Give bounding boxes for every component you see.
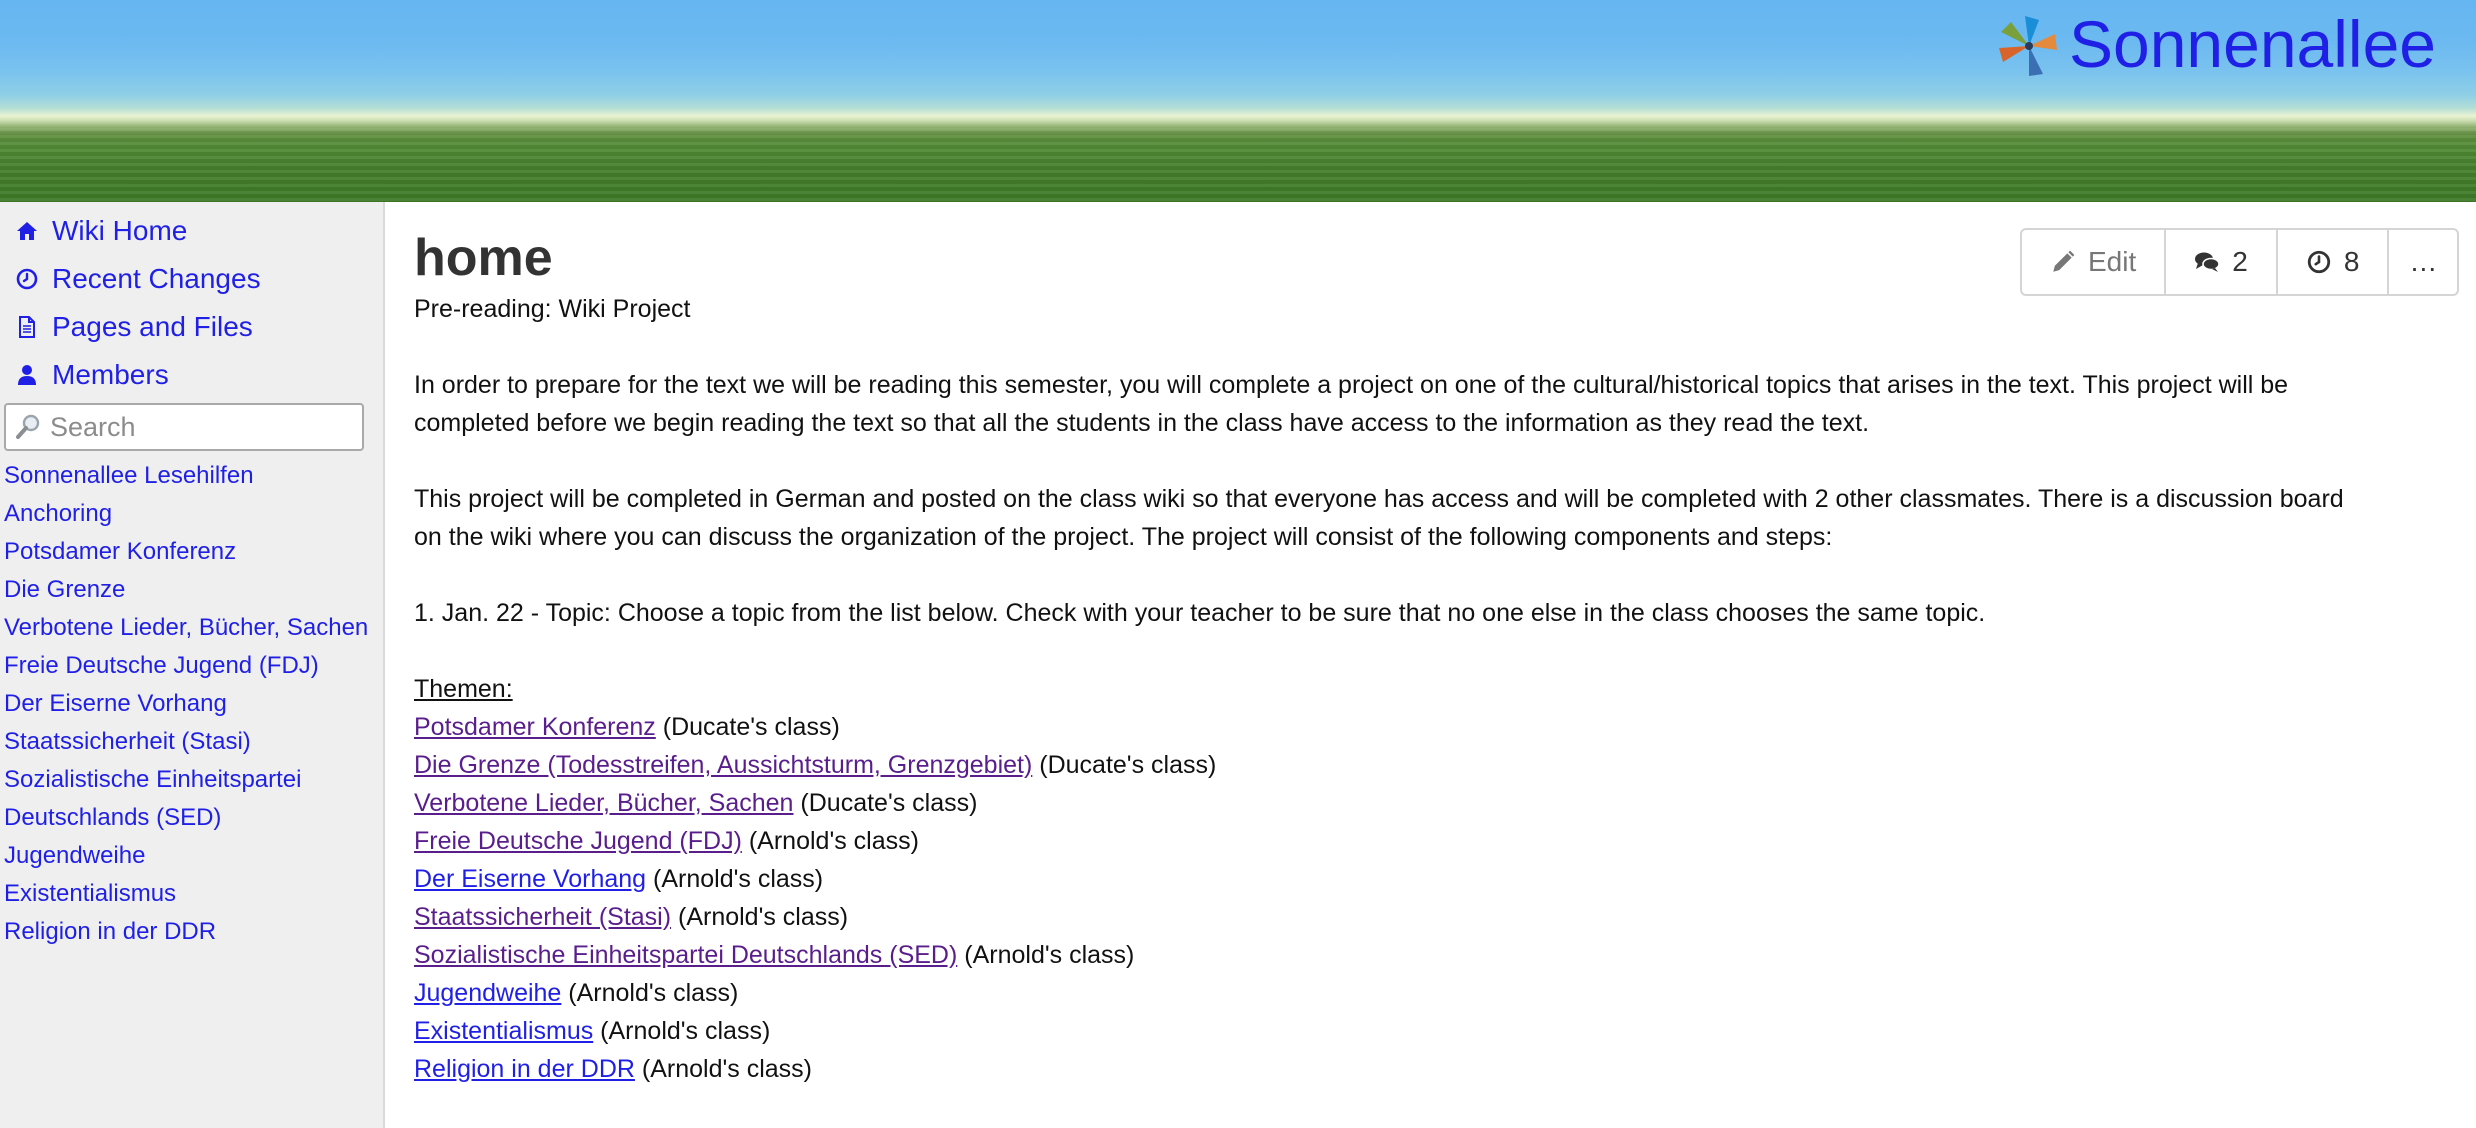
nav-item-pages-and-files[interactable]: Pages and Files bbox=[0, 303, 383, 351]
sidebar-link-sed[interactable]: Sozialistische Einheitspartei Deutschlan… bbox=[4, 766, 301, 831]
site-title[interactable]: Sonnenallee bbox=[2069, 8, 2436, 80]
topic-row: Verbotene Lieder, Bücher, Sachen (Ducate… bbox=[414, 784, 2344, 822]
page-body: Pre-reading: Wiki Project In order to pr… bbox=[414, 290, 2344, 1088]
topic-link-fdj[interactable]: Freie Deutsche Jugend (FDJ) bbox=[414, 827, 742, 855]
topic-link-stasi[interactable]: Staatssicherheit (Stasi) bbox=[414, 903, 671, 931]
pinwheel-logo-icon bbox=[1999, 16, 2057, 76]
sidebar-link-fdj[interactable]: Freie Deutsche Jugend (FDJ) bbox=[4, 652, 319, 679]
topic-link-eiserne-vorhang[interactable]: Der Eiserne Vorhang bbox=[414, 865, 646, 893]
topic-link-sed[interactable]: Sozialistische Einheitspartei Deutschlan… bbox=[414, 941, 957, 969]
clock-icon bbox=[14, 266, 40, 292]
user-icon bbox=[14, 362, 40, 388]
comments-icon bbox=[2195, 252, 2221, 272]
sidebar-link-sonnenallee-lesehilfen[interactable]: Sonnenallee Lesehilfen bbox=[4, 462, 254, 489]
paragraph-2: This project will be completed in German… bbox=[414, 485, 2344, 551]
topic-row: Existentialismus (Arnold's class) bbox=[414, 1012, 2344, 1050]
document-icon bbox=[14, 314, 40, 340]
topic-link-jugendweihe[interactable]: Jugendweihe bbox=[414, 979, 561, 1007]
topic-row: Jugendweihe (Arnold's class) bbox=[414, 974, 2344, 1012]
topic-link-religion-ddr[interactable]: Religion in der DDR bbox=[414, 1055, 635, 1083]
more-label: … bbox=[2409, 246, 2438, 277]
topic-row: Sozialistische Einheitspartei Deutschlan… bbox=[414, 936, 2344, 974]
sidebar-link-item: Potsdamer Konferenz bbox=[0, 533, 370, 571]
sidebar-nav: Wiki Home Recent Changes Pages and Files… bbox=[0, 202, 383, 399]
sidebar-link-jugendweihe[interactable]: Jugendweihe bbox=[4, 842, 145, 869]
comments-button[interactable]: 2 bbox=[2166, 230, 2278, 294]
home-icon bbox=[14, 218, 40, 244]
topics-heading: Themen: bbox=[414, 675, 513, 703]
revisions-button[interactable]: 8 bbox=[2278, 230, 2390, 294]
topic-class-note: (Arnold's class) bbox=[634, 1055, 812, 1083]
page-toolbar: Edit 2 8 … bbox=[2020, 228, 2460, 296]
topic-class-note: (Arnold's class) bbox=[957, 941, 1135, 969]
sidebar-link-anchoring[interactable]: Anchoring bbox=[4, 500, 112, 527]
clock-icon bbox=[2307, 250, 2330, 274]
topic-class-note: (Ducate's class) bbox=[655, 713, 840, 741]
topic-class-note: (Arnold's class) bbox=[646, 865, 824, 893]
more-button[interactable]: … bbox=[2389, 230, 2457, 294]
topic-link-potsdamer-konferenz[interactable]: Potsdamer Konferenz bbox=[414, 713, 656, 741]
sidebar-link-stasi[interactable]: Staatssicherheit (Stasi) bbox=[4, 728, 251, 755]
topic-class-note: (Arnold's class) bbox=[561, 979, 739, 1007]
nav-label: Pages and Files bbox=[52, 311, 253, 342]
sidebar-link-verbotene-lieder[interactable]: Verbotene Lieder, Bücher, Sachen bbox=[4, 614, 368, 641]
topic-row: Die Grenze (Todesstreifen, Aussichtsturm… bbox=[414, 746, 2344, 784]
nav-label: Members bbox=[52, 359, 169, 390]
sidebar-link-item: Jugendweihe bbox=[0, 837, 370, 875]
topic-link-die-grenze[interactable]: Die Grenze (Todesstreifen, Aussichtsturm… bbox=[414, 751, 1032, 779]
main-content: home Edit 2 8 … Pre-reading: Wiki Projec… bbox=[414, 202, 2460, 1088]
search-input[interactable] bbox=[50, 411, 350, 443]
nav-item-members[interactable]: Members bbox=[0, 351, 383, 399]
sidebar-link-item: Existentialismus bbox=[0, 875, 370, 913]
nav-label: Wiki Home bbox=[52, 215, 188, 246]
nav-label: Recent Changes bbox=[52, 263, 261, 294]
topic-class-note: (Arnold's class) bbox=[741, 827, 919, 855]
sidebar-link-die-grenze[interactable]: Die Grenze bbox=[4, 576, 125, 603]
sidebar-link-potsdamer-konferenz[interactable]: Potsdamer Konferenz bbox=[4, 538, 236, 565]
nav-item-wiki-home[interactable]: Wiki Home bbox=[0, 207, 383, 255]
search-icon bbox=[16, 414, 40, 439]
pencil-icon bbox=[2053, 250, 2075, 272]
topic-row: Staatssicherheit (Stasi) (Arnold's class… bbox=[414, 898, 2344, 936]
topic-row: Potsdamer Konferenz (Ducate's class) bbox=[414, 708, 2344, 746]
sidebar-link-item: Freie Deutsche Jugend (FDJ) bbox=[0, 647, 370, 685]
sidebar-link-item: Anchoring bbox=[0, 495, 370, 533]
topic-link-verbotene-lieder[interactable]: Verbotene Lieder, Bücher, Sachen bbox=[414, 789, 793, 817]
site-brand[interactable]: Sonnenallee bbox=[1993, 8, 2436, 80]
header-banner: Sonnenallee bbox=[0, 0, 2476, 202]
sidebar-link-item: Sonnenallee Lesehilfen bbox=[0, 457, 370, 495]
topic-row: Freie Deutsche Jugend (FDJ) (Arnold's cl… bbox=[414, 822, 2344, 860]
topic-row: Der Eiserne Vorhang (Arnold's class) bbox=[414, 860, 2344, 898]
sidebar-link-existentialismus[interactable]: Existentialismus bbox=[4, 880, 176, 907]
topic-class-note: (Ducate's class) bbox=[793, 789, 978, 817]
sidebar-link-item: Verbotene Lieder, Bücher, Sachen bbox=[0, 609, 370, 647]
nav-item-recent-changes[interactable]: Recent Changes bbox=[0, 255, 383, 303]
sidebar-link-item: Staatssicherheit (Stasi) bbox=[0, 723, 370, 761]
edit-label: Edit bbox=[2088, 246, 2137, 277]
paragraph-1: In order to prepare for the text we will… bbox=[414, 371, 2289, 437]
topic-link-existentialismus[interactable]: Existentialismus bbox=[414, 1017, 593, 1045]
step-1: 1. Jan. 22 - Topic: Choose a topic from … bbox=[414, 599, 1986, 627]
sidebar-links: Sonnenallee Lesehilfen Anchoring Potsdam… bbox=[0, 451, 383, 951]
sidebar-link-item: Der Eiserne Vorhang bbox=[0, 685, 370, 723]
topic-class-note: (Ducate's class) bbox=[1032, 751, 1217, 779]
edit-button[interactable]: Edit bbox=[2022, 230, 2167, 294]
sidebar: Wiki Home Recent Changes Pages and Files… bbox=[0, 202, 385, 1128]
search-box[interactable] bbox=[4, 403, 364, 451]
sidebar-link-eiserne-vorhang[interactable]: Der Eiserne Vorhang bbox=[4, 690, 227, 717]
topic-class-note: (Arnold's class) bbox=[671, 903, 849, 931]
sidebar-link-item: Die Grenze bbox=[0, 571, 370, 609]
sidebar-link-religion-ddr[interactable]: Religion in der DDR bbox=[4, 918, 216, 945]
sidebar-link-item: Sozialistische Einheitspartei Deutschlan… bbox=[0, 761, 370, 837]
revisions-count: 8 bbox=[2343, 246, 2360, 277]
topic-row: Religion in der DDR (Arnold's class) bbox=[414, 1050, 2344, 1088]
topic-class-note: (Arnold's class) bbox=[593, 1017, 771, 1045]
sidebar-link-item: Religion in der DDR bbox=[0, 913, 370, 951]
comments-count: 2 bbox=[2232, 246, 2248, 277]
